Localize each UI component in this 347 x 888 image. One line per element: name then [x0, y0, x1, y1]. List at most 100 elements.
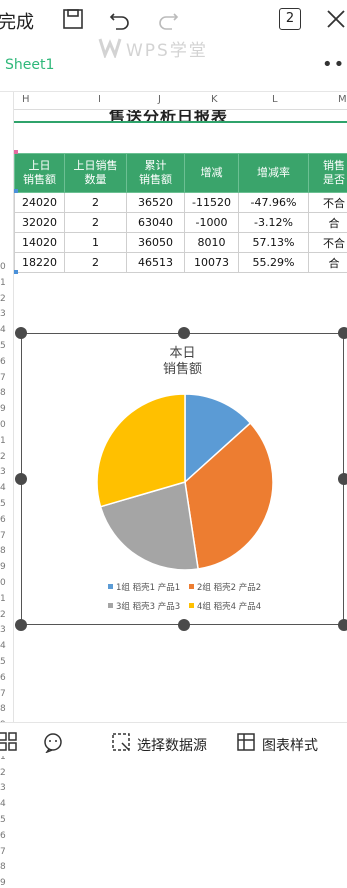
row-header[interactable]: 3 [0, 309, 14, 319]
chart-style-icon[interactable] [236, 732, 256, 752]
table-cell[interactable]: 1 [65, 233, 127, 253]
table-cell[interactable]: 24020 [15, 193, 65, 213]
page-count-button[interactable]: 2 [279, 8, 301, 30]
resize-handle[interactable] [178, 327, 190, 339]
table-cell[interactable]: 46513 [127, 253, 185, 273]
table-cell[interactable]: 55.29% [239, 253, 309, 273]
row-header[interactable]: 2 [0, 610, 14, 620]
table-header-cell[interactable]: 增减 [185, 154, 239, 193]
row-header[interactable]: 0 [0, 420, 14, 430]
table-cell[interactable]: 36050 [127, 233, 185, 253]
select-data-button[interactable]: 选择数据源 [137, 735, 207, 755]
resize-handle[interactable] [15, 619, 27, 631]
row-header[interactable]: 4 [0, 325, 14, 335]
resize-handle[interactable] [338, 473, 347, 485]
row-header[interactable]: 6 [0, 673, 14, 683]
done-button[interactable]: 完成 [0, 8, 34, 34]
row-header[interactable]: 3 [0, 625, 14, 635]
row-header[interactable]: 8 [0, 388, 14, 398]
table-cell[interactable]: 不合 [309, 233, 347, 253]
redo-icon[interactable] [155, 6, 181, 32]
resize-handle[interactable] [15, 473, 27, 485]
row-header[interactable]: 0 [0, 262, 14, 272]
close-icon[interactable] [323, 6, 347, 32]
table-header-cell[interactable]: 销售是否 [309, 154, 347, 193]
row-header[interactable]: 9 [0, 562, 14, 572]
table-cell[interactable]: -47.96% [239, 193, 309, 213]
table-cell[interactable]: 14020 [15, 233, 65, 253]
row-header[interactable]: 0 [0, 578, 14, 588]
table-cell[interactable]: 32020 [15, 213, 65, 233]
table-cell[interactable]: 57.13% [239, 233, 309, 253]
table-cell[interactable]: 8010 [185, 233, 239, 253]
row-header[interactable]: 6 [0, 357, 14, 367]
comment-icon[interactable] [42, 731, 64, 753]
row-header[interactable]: 4 [0, 483, 14, 493]
row-header[interactable]: 8 [0, 704, 14, 714]
chart-style-button[interactable]: 图表样式 [262, 735, 318, 755]
more-menu-button[interactable]: ••• [322, 54, 347, 75]
sheet-tab[interactable]: Sheet1 [5, 57, 54, 73]
table-cell[interactable]: -11520 [185, 193, 239, 213]
row-header[interactable]: 7 [0, 689, 14, 699]
resize-handle[interactable] [338, 619, 347, 631]
table-cell[interactable]: -1000 [185, 213, 239, 233]
table-cell[interactable]: 2 [65, 253, 127, 273]
row-header[interactable]: 2 [0, 294, 14, 304]
row-header[interactable]: 9 [0, 404, 14, 414]
page-count-label: 2 [286, 11, 294, 26]
row-header[interactable]: 7 [0, 847, 14, 857]
row-header[interactable]: 7 [0, 531, 14, 541]
row-header[interactable]: 1 [0, 278, 14, 288]
row-header[interactable]: 4 [0, 641, 14, 651]
row-header[interactable]: 5 [0, 815, 14, 825]
resize-handle[interactable] [338, 327, 347, 339]
table-cell[interactable]: 合 [309, 213, 347, 233]
table-header-cell[interactable]: 上日销售额 [15, 154, 65, 193]
column-header-l[interactable]: L [272, 94, 278, 105]
table-cell[interactable]: 合 [309, 253, 347, 273]
row-header[interactable]: 6 [0, 831, 14, 841]
row-header[interactable]: 4 [0, 799, 14, 809]
table-cell[interactable]: -3.12% [239, 213, 309, 233]
row-header[interactable]: 5 [0, 341, 14, 351]
table-cell[interactable]: 63040 [127, 213, 185, 233]
table-cell[interactable]: 10073 [185, 253, 239, 273]
undo-icon[interactable] [107, 6, 133, 32]
save-icon[interactable] [60, 6, 86, 32]
select-data-icon[interactable] [111, 732, 131, 752]
row-header[interactable]: 8 [0, 546, 14, 556]
table-header-cell[interactable]: 上日销售数量 [65, 154, 127, 193]
table-cell[interactable]: 18220 [15, 253, 65, 273]
row-header[interactable]: 8 [0, 862, 14, 872]
column-header-j[interactable]: J [158, 94, 161, 105]
row-header[interactable]: 1 [0, 594, 14, 604]
resize-handle[interactable] [15, 327, 27, 339]
row-header[interactable]: 1 [0, 436, 14, 446]
column-header-h[interactable]: H [22, 94, 30, 105]
table-header-cell[interactable]: 增减率 [239, 154, 309, 193]
column-header-k[interactable]: K [211, 94, 218, 105]
row-header[interactable]: 6 [0, 515, 14, 525]
table-header-cell[interactable]: 累计销售额 [127, 154, 185, 193]
row-header[interactable]: 5 [0, 499, 14, 509]
column-header-m[interactable]: M [338, 94, 347, 105]
selection-handle-top[interactable] [14, 150, 18, 154]
row-header[interactable]: 3 [0, 783, 14, 793]
selection-handle-mid[interactable] [14, 189, 18, 193]
table-cell[interactable]: 36520 [127, 193, 185, 213]
table-cell[interactable]: 2 [65, 213, 127, 233]
row-header[interactable]: 2 [0, 768, 14, 778]
pie-chart[interactable]: 本日销售额 1组 稻壳1 产品12组 稻壳2 产品23组 稻壳3 产品34组 稻… [21, 333, 344, 625]
selection-handle-bottom[interactable] [14, 270, 18, 274]
table-cell[interactable]: 2 [65, 193, 127, 213]
row-header[interactable]: 2 [0, 452, 14, 462]
resize-handle[interactable] [178, 619, 190, 631]
row-header[interactable]: 3 [0, 467, 14, 477]
column-header-i[interactable]: I [98, 94, 101, 105]
grid-apps-icon[interactable] [0, 731, 20, 753]
row-header[interactable]: 9 [0, 878, 14, 888]
table-cell[interactable]: 不合 [309, 193, 347, 213]
row-header[interactable]: 7 [0, 373, 14, 383]
row-header[interactable]: 5 [0, 657, 14, 667]
